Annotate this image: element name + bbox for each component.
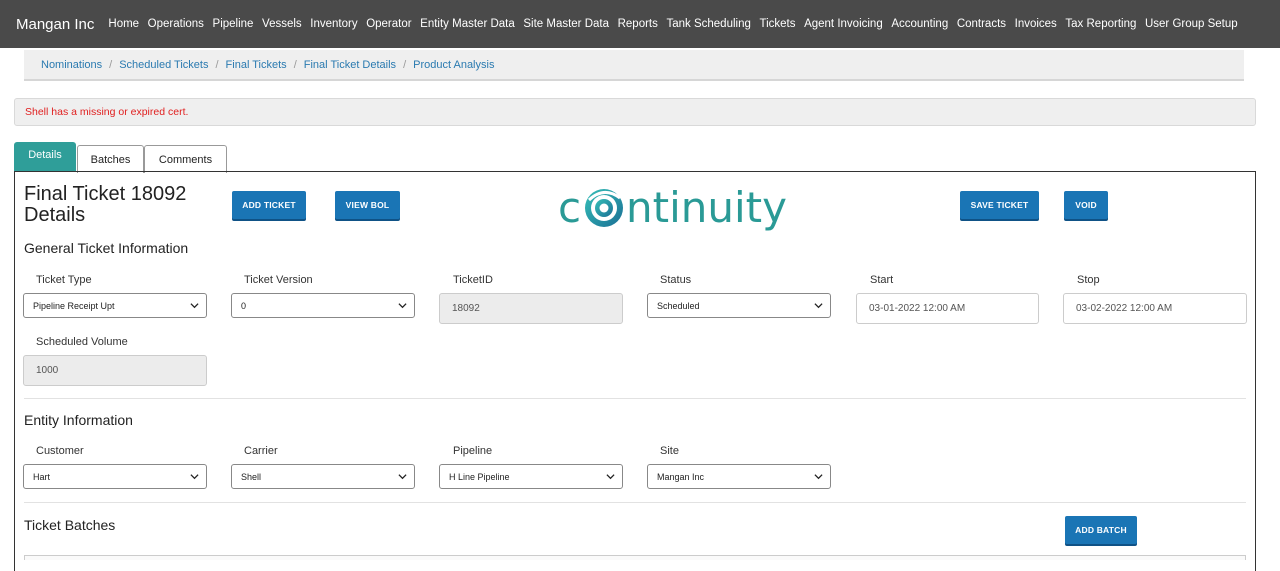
chevron-down-icon — [398, 474, 407, 480]
chevron-down-icon — [190, 303, 199, 309]
status-value: Scheduled — [657, 300, 700, 311]
status-select[interactable]: Scheduled — [647, 293, 831, 318]
batches-table-header — [24, 555, 1246, 560]
add-batch-button[interactable]: ADD BATCH — [1065, 516, 1137, 544]
nav-tickets[interactable]: Tickets — [759, 18, 795, 30]
stop-label: Stop — [1077, 274, 1100, 286]
site-label: Site — [660, 445, 679, 457]
nav-agent-invoicing[interactable]: Agent Invoicing — [804, 18, 883, 30]
nav-pipeline[interactable]: Pipeline — [213, 18, 254, 30]
nav-reports[interactable]: Reports — [618, 18, 658, 30]
nav-invoices[interactable]: Invoices — [1015, 18, 1057, 30]
tab-details[interactable]: Details — [14, 142, 76, 172]
breadcrumb-product-analysis[interactable]: Product Analysis — [413, 59, 494, 71]
nav-operator[interactable]: Operator — [366, 18, 411, 30]
start-label: Start — [870, 274, 894, 286]
carrier-label: Carrier — [244, 445, 278, 457]
ticket-type-select[interactable]: Pipeline Receipt Upt — [23, 293, 207, 318]
entity-info-title: Entity Information — [24, 412, 133, 428]
nav-vessels[interactable]: Vessels — [262, 18, 302, 30]
breadcrumb-nominations[interactable]: Nominations — [41, 59, 102, 71]
pipeline-label: Pipeline — [453, 445, 493, 457]
svg-text:c: c — [558, 183, 581, 232]
nav-home[interactable]: Home — [108, 18, 139, 30]
breadcrumb-separator: / — [215, 58, 219, 71]
cert-alert: Shell has a missing or expired cert. — [14, 98, 1256, 126]
top-navbar: Mangan Inc Home Operations Pipeline Vess… — [0, 0, 1280, 48]
nav-user-group-setup[interactable]: User Group Setup — [1145, 18, 1238, 30]
svg-text:ntinuity: ntinuity — [626, 183, 787, 232]
nav-entity-master-data[interactable]: Entity Master Data — [420, 18, 515, 30]
nav-tax-reporting[interactable]: Tax Reporting — [1065, 18, 1136, 30]
general-info-title: General Ticket Information — [24, 240, 189, 256]
status-label: Status — [660, 274, 692, 286]
breadcrumb-final-tickets[interactable]: Final Tickets — [226, 59, 287, 71]
ticket-version-select[interactable]: 0 — [231, 293, 415, 318]
carrier-value: Shell — [241, 471, 262, 482]
stop-date-field[interactable]: 03-02-2022 12:00 AM — [1063, 293, 1247, 324]
page-title: Final Ticket 18092 Details — [24, 184, 186, 226]
scheduled-volume-label: Scheduled Volume — [36, 336, 128, 348]
chevron-down-icon — [190, 474, 199, 480]
ticket-batches-title: Ticket Batches — [24, 517, 116, 533]
tab-batches[interactable]: Batches — [77, 145, 144, 173]
breadcrumb-separator: / — [293, 58, 297, 71]
pipeline-value: H Line Pipeline — [449, 471, 510, 482]
ticket-id-label: TicketID — [453, 274, 493, 286]
nav-tank-scheduling[interactable]: Tank Scheduling — [666, 18, 750, 30]
ticket-type-label: Ticket Type — [36, 274, 92, 286]
carrier-select[interactable]: Shell — [231, 464, 415, 489]
continuity-logo: c ntinuity — [558, 182, 788, 234]
breadcrumb-final-ticket-details[interactable]: Final Ticket Details — [304, 59, 396, 71]
nav-accounting[interactable]: Accounting — [891, 18, 948, 30]
customer-label: Customer — [36, 445, 84, 457]
save-ticket-button[interactable]: SAVE TICKET — [960, 191, 1039, 219]
customer-value: Hart — [33, 471, 51, 482]
pipeline-select[interactable]: H Line Pipeline — [439, 464, 623, 489]
chevron-down-icon — [814, 303, 823, 309]
nav-site-master-data[interactable]: Site Master Data — [523, 18, 609, 30]
view-bol-button[interactable]: VIEW BOL — [335, 191, 400, 219]
site-value: Mangan Inc — [657, 471, 705, 482]
ticket-type-value: Pipeline Receipt Upt — [33, 300, 115, 311]
void-button[interactable]: VOID — [1064, 191, 1108, 219]
nav-operations[interactable]: Operations — [148, 18, 204, 30]
scheduled-volume-field: 1000 — [23, 355, 207, 386]
breadcrumb-separator: / — [109, 58, 113, 71]
brand-name[interactable]: Mangan Inc — [16, 16, 94, 33]
section-divider — [24, 398, 1246, 399]
chevron-down-icon — [398, 303, 407, 309]
nav-contracts[interactable]: Contracts — [957, 18, 1006, 30]
chevron-down-icon — [606, 474, 615, 480]
start-date-field[interactable]: 03-01-2022 12:00 AM — [856, 293, 1039, 324]
tab-comments[interactable]: Comments — [144, 145, 227, 173]
ticket-id-field: 18092 — [439, 293, 623, 324]
add-ticket-button[interactable]: ADD TICKET — [232, 191, 306, 219]
breadcrumb-scheduled-tickets[interactable]: Scheduled Tickets — [119, 59, 208, 71]
customer-select[interactable]: Hart — [23, 464, 207, 489]
breadcrumb: Nominations / Scheduled Tickets / Final … — [24, 50, 1244, 81]
chevron-down-icon — [814, 474, 823, 480]
nav-inventory[interactable]: Inventory — [310, 18, 357, 30]
page-title-line1: Final Ticket 18092 — [24, 183, 187, 205]
section-divider — [24, 502, 1246, 503]
site-select[interactable]: Mangan Inc — [647, 464, 831, 489]
ticket-version-value: 0 — [241, 300, 247, 311]
page-title-line2: Details — [24, 204, 86, 226]
continuity-logo-graphic: c ntinuity — [558, 183, 787, 232]
ticket-version-label: Ticket Version — [244, 274, 313, 286]
breadcrumb-separator: / — [403, 58, 407, 71]
